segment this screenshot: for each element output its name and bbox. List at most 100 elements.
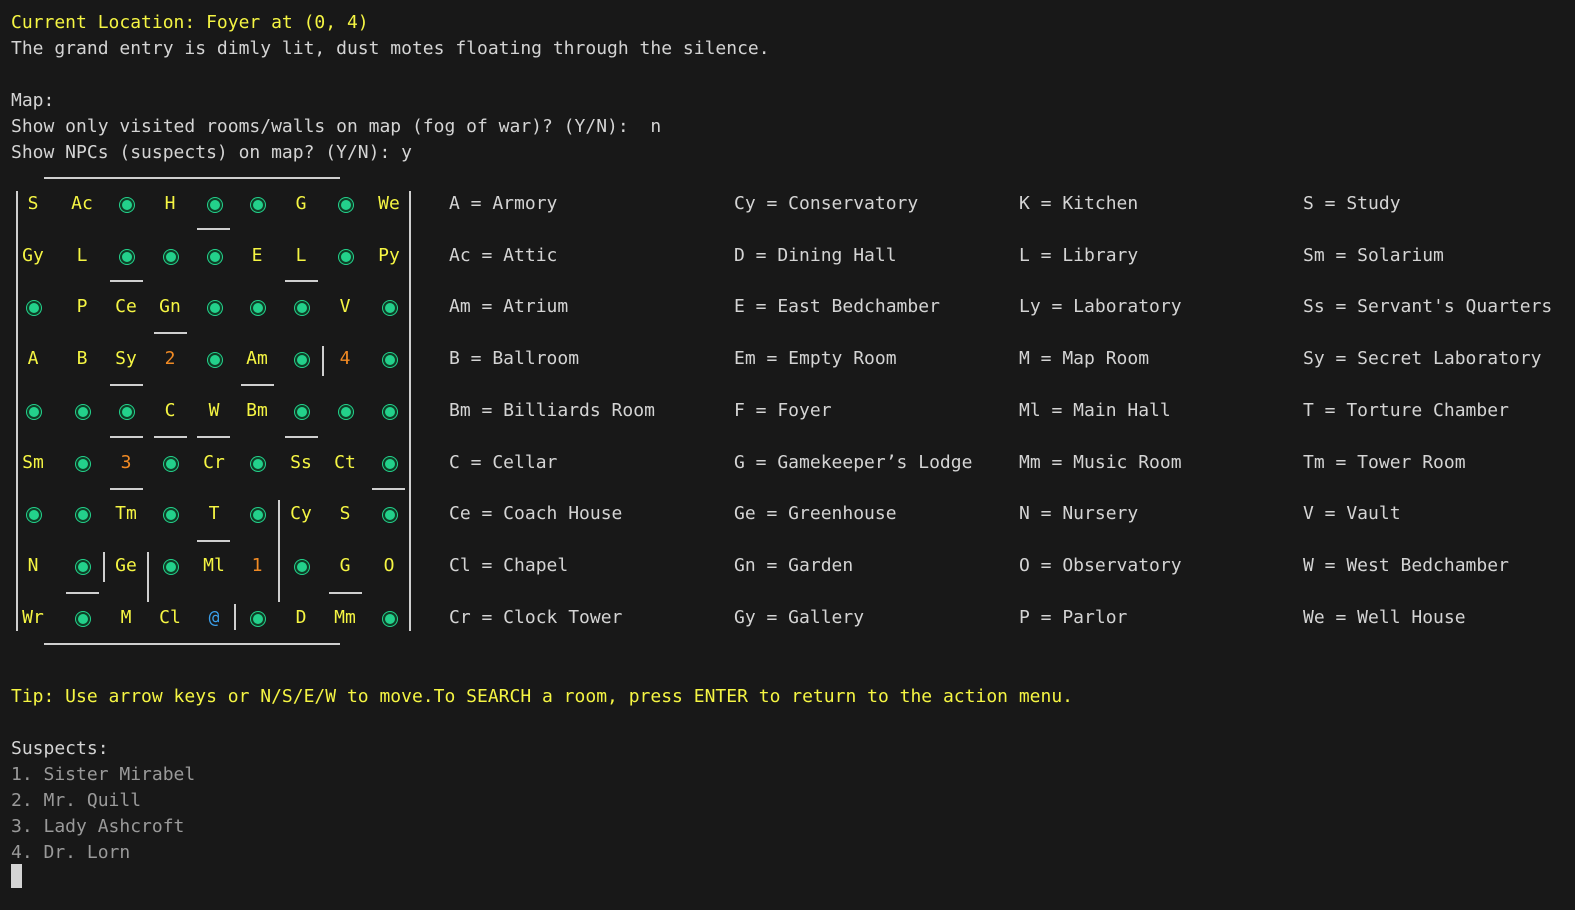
map-room: Ge [115, 554, 137, 576]
clue-number: 1 [251, 554, 263, 576]
suspects-title: Suspects: [11, 738, 109, 759]
npc-marker [76, 456, 90, 471]
map-room: S [27, 193, 39, 214]
legend-entry: Tm = Tower Room [1303, 451, 1466, 473]
npc-marker [295, 353, 309, 368]
legend-entry: N = Nursery [1019, 503, 1139, 525]
map-room: N [27, 554, 39, 576]
npc-marker [251, 456, 265, 471]
map-room: B [76, 348, 88, 370]
legend-entry: Ss = Servant's Quarters [1303, 296, 1553, 318]
legend-entry: We = Well House [1303, 606, 1466, 628]
map-room: G [295, 193, 307, 214]
legend-entry: O = Observatory [1019, 554, 1182, 576]
npc-marker [76, 611, 90, 626]
legend-entry: L = Library [1019, 244, 1139, 266]
map-room: Cr [203, 451, 225, 473]
legend-entry: E = East Bedchamber [734, 296, 940, 318]
map-room: P [76, 296, 88, 318]
legend-entry: Cl = Chapel [449, 554, 569, 576]
map-room: H [164, 193, 176, 214]
map-room: Ss [290, 451, 312, 473]
npc-marker [208, 353, 222, 368]
map-room: Sm [22, 451, 44, 473]
map-room: O [383, 554, 395, 576]
map-room: Mm [334, 606, 356, 628]
map-room: Wr [22, 606, 44, 628]
npc-marker [251, 301, 265, 316]
map-room: A [27, 348, 39, 370]
legend-entry: A = Armory [449, 193, 558, 214]
map-room: Tm [115, 503, 137, 525]
map-room: Py [378, 244, 400, 266]
legend-entry: Gy = Gallery [734, 606, 865, 628]
suspect-item: 3. Lady Ashcroft [11, 816, 185, 837]
clue-number: 4 [339, 348, 351, 370]
wall [241, 384, 274, 386]
npc-marker [251, 611, 265, 626]
map-room: Ac [71, 193, 93, 214]
npc-marker [295, 559, 309, 574]
npc-marker [383, 508, 397, 523]
wall [66, 592, 99, 594]
map-room: L [295, 244, 307, 266]
map-room: G [339, 554, 351, 576]
npc-marker [120, 198, 134, 212]
npc-marker [383, 301, 397, 316]
npc-marker [27, 301, 41, 316]
legend-entry: M = Map Room [1019, 348, 1150, 370]
legend-entry: Am = Atrium [449, 296, 569, 318]
wall [197, 436, 230, 438]
legend-entry: D = Dining Hall [734, 244, 897, 266]
wall [372, 488, 405, 490]
legend-entry: Sm = Solarium [1303, 244, 1444, 266]
map-room: Sy [115, 348, 137, 370]
map-room: T [208, 503, 220, 525]
legend-entry: Ce = Coach House [449, 503, 623, 525]
map-room: We [378, 193, 400, 214]
legend-entry: T = Torture Chamber [1303, 399, 1509, 421]
npc-marker [27, 508, 41, 523]
wall [110, 280, 143, 282]
npc-marker [383, 404, 397, 419]
legend-entry: G = Gamekeeper’s Lodge [734, 451, 973, 473]
legend-entry: C = Cellar [449, 451, 558, 473]
ascii-map: S Ac H G We Gy L E L Py P Ce Gn V A B Sy 2 Am 4 C W Bm Sm 3 Cr Ss C… [0, 0, 420, 660]
legend-entry: B = Ballroom [449, 348, 580, 370]
legend-entry: Ge = Greenhouse [734, 503, 897, 525]
npc-marker [164, 456, 178, 471]
legend-entry: Sy = Secret Laboratory [1303, 348, 1542, 370]
legend-entry: Em = Empty Room [734, 348, 897, 370]
npc-marker [339, 198, 353, 212]
npc-marker [208, 301, 222, 316]
suspect-item: 2. Mr. Quill [11, 790, 142, 811]
map-room: C [164, 399, 176, 421]
map-room: Cl [159, 606, 181, 628]
npc-marker [383, 353, 397, 368]
map-room: L [76, 244, 88, 266]
suspect-item: 4. Dr. Lorn [11, 842, 131, 863]
npc-marker [27, 404, 41, 419]
wall [110, 436, 143, 438]
npc-marker [251, 198, 265, 212]
map-room: S [339, 503, 351, 525]
map-room: E [251, 244, 263, 266]
npc-marker [383, 611, 397, 626]
legend-entry: S = Study [1303, 193, 1401, 214]
wall [329, 592, 362, 594]
legend-entry: F = Foyer [734, 399, 832, 421]
map-room: Ml [203, 554, 225, 576]
legend-entry: K = Kitchen [1019, 193, 1139, 214]
legend-entry: P = Parlor [1019, 606, 1128, 628]
clue-number: 3 [120, 451, 132, 473]
map-room: Cy [290, 503, 312, 525]
legend-entry: Gn = Garden [734, 554, 854, 576]
legend-entry: Mm = Music Room [1019, 451, 1182, 473]
map-room: M [120, 606, 132, 628]
npc-marker [208, 249, 222, 264]
map-room: Gy [22, 244, 44, 266]
map-room: Ct [334, 451, 356, 473]
legend-entry: Ly = Laboratory [1019, 296, 1182, 318]
legend-entry: W = West Bedchamber [1303, 554, 1509, 576]
npc-marker [164, 508, 178, 523]
